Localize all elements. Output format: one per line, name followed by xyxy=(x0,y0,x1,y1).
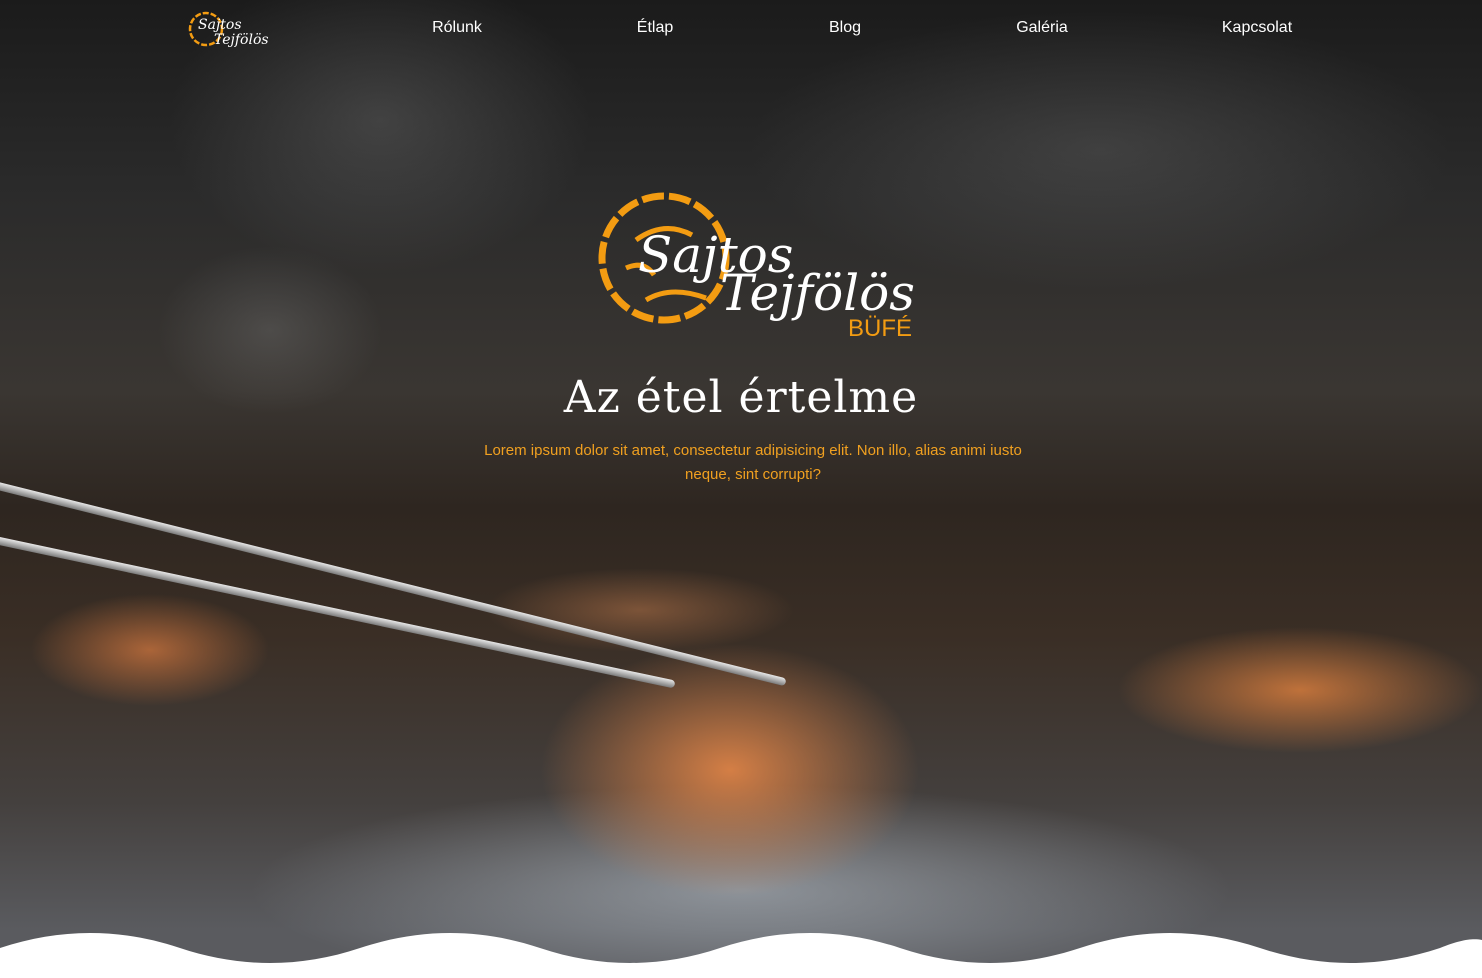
hero-background-tongs xyxy=(0,480,787,687)
hero-background-tongs-lower xyxy=(0,535,676,689)
wave-divider xyxy=(0,933,1482,978)
nav-logo[interactable]: Sajtos Tejfölös xyxy=(188,6,272,52)
logo-subtitle: BÜFÉ xyxy=(848,315,912,342)
hero-title: Az étel értelme xyxy=(563,372,919,423)
logo-line-2: Tejfölös xyxy=(720,264,915,322)
nav-link-rolunk[interactable]: Rólunk xyxy=(432,19,482,37)
hero-section: Sajtos Tejfölös Rólunk Étlap Blog Galéri… xyxy=(0,0,1482,978)
nav-link-etlap[interactable]: Étlap xyxy=(637,19,673,37)
logo-crack-bottom xyxy=(644,289,707,303)
svg-text:Tejfölös: Tejfölös xyxy=(214,32,269,48)
nav-link-kapcsolat[interactable]: Kapcsolat xyxy=(1222,19,1292,37)
nav-link-galeria[interactable]: Galéria xyxy=(1016,19,1068,37)
main-navigation: Sajtos Tejfölös Rólunk Étlap Blog Galéri… xyxy=(0,0,1482,60)
nav-link-blog[interactable]: Blog xyxy=(829,19,861,37)
hero-logo: Sajtos Tejfölös BÜFÉ xyxy=(598,192,915,342)
hero-subtitle: Lorem ipsum dolor sit amet, consectetur … xyxy=(484,442,1022,483)
svg-text:Sajtos: Sajtos xyxy=(198,17,242,33)
